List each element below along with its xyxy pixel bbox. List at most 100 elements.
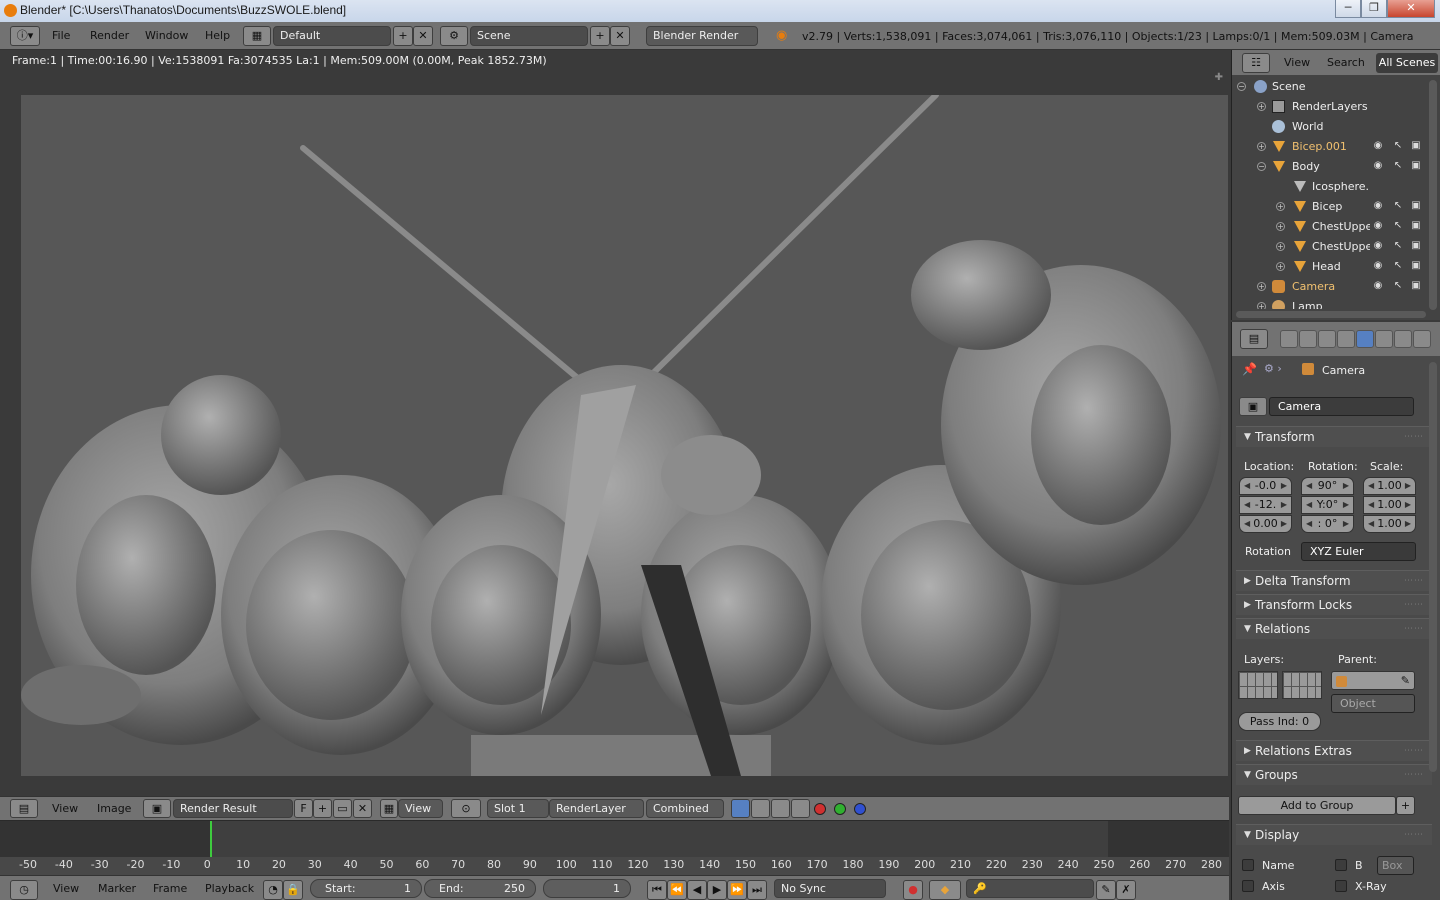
- renderable-camera-icon[interactable]: ▣: [1410, 160, 1422, 172]
- name-checkbox[interactable]: [1242, 859, 1254, 871]
- expand-icon[interactable]: +: [1276, 222, 1285, 231]
- editor-type-image-icon[interactable]: ▤: [10, 799, 38, 818]
- jump-next-key-icon[interactable]: ⏩: [727, 880, 747, 900]
- panel-grip-icon[interactable]: ⋯⋯: [1404, 571, 1424, 591]
- green-channel-icon[interactable]: [834, 803, 846, 815]
- menu-file[interactable]: File: [52, 29, 70, 42]
- render-engine-select[interactable]: Blender Render: [646, 26, 758, 46]
- renderable-camera-icon[interactable]: ▣: [1410, 280, 1422, 292]
- remove-screen-button[interactable]: ✕: [413, 26, 433, 46]
- pin-icon[interactable]: 📌: [1242, 362, 1257, 376]
- close-button[interactable]: ✕: [1387, 0, 1435, 18]
- layers-grid-left[interactable]: [1238, 671, 1278, 699]
- scene-icon[interactable]: ⚙: [440, 26, 468, 46]
- outliner-h-scrollbar[interactable]: [1236, 311, 1426, 318]
- image-name-field[interactable]: Render Result: [173, 799, 293, 818]
- location-y-field[interactable]: ◀ -12. ▶: [1239, 496, 1292, 514]
- texture-context-icon[interactable]: [1413, 330, 1431, 348]
- record-icon[interactable]: ●: [903, 880, 923, 900]
- outliner-item-bicep[interactable]: + Bicep ◉ ↖ ▣: [1232, 197, 1424, 217]
- bounds-type-select[interactable]: Box: [1377, 856, 1414, 875]
- renderable-camera-icon[interactable]: ▣: [1410, 240, 1422, 252]
- insert-keyframe-icon[interactable]: ✎: [1096, 880, 1116, 900]
- preview-range-icon[interactable]: ◔: [263, 880, 283, 900]
- rotation-z-field[interactable]: ◀: 0° ▶: [1301, 515, 1354, 533]
- menu-help[interactable]: Help: [205, 29, 230, 42]
- selectable-cursor-icon[interactable]: ↖: [1392, 160, 1404, 172]
- panel-grip-icon[interactable]: ⋯⋯: [1404, 427, 1424, 447]
- scene-context-icon[interactable]: [1318, 330, 1336, 348]
- rotation-mode-select[interactable]: XYZ Euler: [1301, 542, 1416, 561]
- parent-field[interactable]: ✎: [1331, 671, 1415, 690]
- editor-type-outliner-icon[interactable]: ☷: [1242, 53, 1270, 73]
- timeline-menu-frame[interactable]: Frame: [153, 882, 187, 895]
- rotation-x-field[interactable]: ◀ 90° ▶: [1301, 477, 1354, 495]
- add-scene-button[interactable]: +: [590, 26, 610, 46]
- red-channel-icon[interactable]: [814, 803, 826, 815]
- location-z-field[interactable]: ◀ 0.00 ▶: [1239, 515, 1292, 533]
- object-context-icon[interactable]: [1356, 330, 1374, 348]
- render-layer-select[interactable]: RenderLayer: [549, 799, 644, 818]
- outliner-display-mode[interactable]: All Scenes: [1376, 53, 1438, 73]
- render-context-icon[interactable]: [1280, 330, 1298, 348]
- image-view-select[interactable]: View: [398, 799, 443, 818]
- fake-user-button[interactable]: F: [294, 799, 313, 818]
- scene-field[interactable]: Scene: [470, 26, 588, 46]
- selectable-cursor-icon[interactable]: ↖: [1392, 280, 1404, 292]
- minimize-button[interactable]: ─: [1335, 0, 1361, 18]
- visibility-eye-icon[interactable]: ◉: [1372, 220, 1384, 232]
- outliner-item-head[interactable]: + Head ◉ ↖ ▣: [1232, 257, 1424, 277]
- blue-channel-icon[interactable]: [854, 803, 866, 815]
- image-browse-icon[interactable]: ▣: [143, 799, 171, 818]
- add-screen-button[interactable]: +: [393, 26, 413, 46]
- draw-color-alpha-icon[interactable]: [731, 799, 750, 818]
- selectable-cursor-icon[interactable]: ↖: [1392, 220, 1404, 232]
- eyedropper-icon[interactable]: ✎: [1401, 672, 1410, 689]
- new-image-button[interactable]: +: [313, 799, 332, 818]
- panel-grip-icon[interactable]: ⋯⋯: [1404, 595, 1424, 615]
- rotation-y-field[interactable]: ◀ Y:0° ▶: [1301, 496, 1354, 514]
- panel-delta-transform[interactable]: ▶ Delta Transform ⋯⋯: [1236, 570, 1432, 591]
- scale-z-field[interactable]: ◀ 1.00 ▶: [1363, 515, 1416, 533]
- start-frame-field[interactable]: Start: 1: [310, 879, 422, 898]
- screen-layout-icon[interactable]: ▦: [243, 26, 271, 46]
- draw-channels-icon[interactable]: [791, 799, 810, 818]
- selectable-cursor-icon[interactable]: ↖: [1392, 200, 1404, 212]
- outliner-item-chestupper-1[interactable]: + ChestUppe ◉ ↖ ▣: [1232, 217, 1424, 237]
- area-expand-icon[interactable]: ✚: [1215, 72, 1223, 83]
- timeline-menu-marker[interactable]: Marker: [98, 882, 136, 895]
- collapse-icon[interactable]: −: [1257, 162, 1266, 171]
- panel-transform-locks[interactable]: ▶ Transform Locks ⋯⋯: [1236, 594, 1432, 615]
- expand-icon[interactable]: +: [1257, 102, 1266, 111]
- expand-icon[interactable]: +: [1276, 202, 1285, 211]
- render-pass-select[interactable]: Combined: [646, 799, 724, 818]
- keying-set-field[interactable]: 🔑: [966, 879, 1094, 898]
- renderable-camera-icon[interactable]: ▣: [1410, 220, 1422, 232]
- outliner-item-lamp[interactable]: + Lamp: [1232, 297, 1424, 309]
- outliner-item-chestupper-2[interactable]: + ChestUppe ◉ ↖ ▣: [1232, 237, 1424, 257]
- sync-mode-select[interactable]: No Sync: [774, 879, 886, 898]
- outliner-menu-view[interactable]: View: [1284, 56, 1310, 69]
- expand-icon[interactable]: +: [1257, 142, 1266, 151]
- pivot-icon[interactable]: ⊙: [451, 799, 481, 818]
- object-name-field[interactable]: Camera: [1269, 397, 1414, 416]
- jump-end-icon[interactable]: ⏭: [747, 880, 767, 900]
- timeline-strip[interactable]: [0, 821, 1229, 857]
- parent-type-select[interactable]: Object: [1331, 694, 1415, 713]
- expand-icon[interactable]: +: [1257, 282, 1266, 291]
- end-frame-field[interactable]: End: 250: [424, 879, 536, 898]
- slot-select[interactable]: Slot 1: [487, 799, 549, 818]
- panel-transform[interactable]: ▼ Transform ⋯⋯: [1236, 426, 1432, 447]
- add-group-plus-button[interactable]: +: [1396, 796, 1415, 815]
- play-reverse-icon[interactable]: ◀: [687, 880, 707, 900]
- visibility-eye-icon[interactable]: ◉: [1372, 260, 1384, 272]
- scale-y-field[interactable]: ◀ 1.00 ▶: [1363, 496, 1416, 514]
- editor-type-info-icon[interactable]: ⓘ▾: [10, 26, 40, 46]
- editor-type-timeline-icon[interactable]: ◷: [10, 880, 38, 900]
- renderable-camera-icon[interactable]: ▣: [1410, 260, 1422, 272]
- menu-render[interactable]: Render: [90, 29, 129, 42]
- lock-range-icon[interactable]: 🔒: [283, 880, 303, 900]
- pass-index-field[interactable]: Pass Ind: 0: [1238, 712, 1321, 731]
- renderable-camera-icon[interactable]: ▣: [1410, 140, 1422, 152]
- timeline-area[interactable]: -50 -40 -30 -20 -10 0 10 20 30 40 50 60 70 80 90 100 110…: [0, 820, 1229, 875]
